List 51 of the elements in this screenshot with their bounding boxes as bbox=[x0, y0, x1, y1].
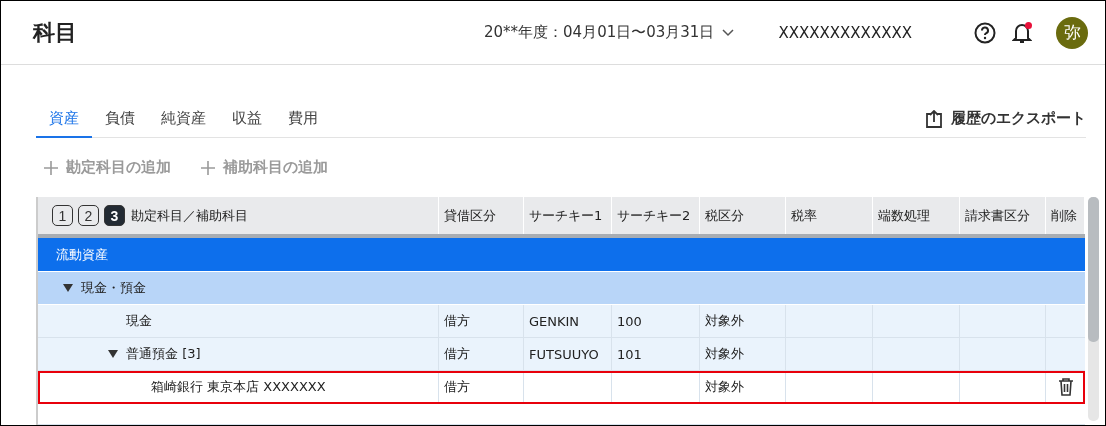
company-name: XXXXXXXXXXXXX bbox=[778, 23, 912, 42]
account-row[interactable]: 箱崎銀行 東京本店 XXXXXXX 借方 対象外 bbox=[38, 371, 1085, 404]
category-row[interactable]: 現金・預金 bbox=[38, 272, 1085, 305]
plus-icon bbox=[201, 160, 215, 175]
column-header: サーチキー1 bbox=[524, 197, 612, 234]
period-selector[interactable]: 20**年度：04月01日〜03月31日 bbox=[483, 23, 735, 42]
section-row[interactable]: 流動資産 bbox=[38, 238, 1085, 272]
column-header: 税率 bbox=[786, 197, 873, 234]
table-cell: FUTSUUYO bbox=[524, 338, 612, 370]
column-header: サーチキー2 bbox=[612, 197, 700, 234]
table-cell: 100 bbox=[612, 305, 700, 337]
scrollbar-thumb[interactable] bbox=[1088, 197, 1099, 342]
table-cell: 借方 bbox=[439, 371, 524, 403]
tab[interactable]: 負債 bbox=[92, 103, 148, 138]
caret-icon[interactable] bbox=[63, 284, 73, 292]
help-icon[interactable] bbox=[974, 21, 996, 44]
upload-icon bbox=[925, 109, 943, 128]
tab[interactable]: 費用 bbox=[275, 103, 331, 138]
column-header: 削除 bbox=[1046, 197, 1085, 234]
table-cell: 借方 bbox=[439, 305, 524, 337]
level-button[interactable]: 3 bbox=[104, 205, 125, 226]
table-cell: 対象外 bbox=[700, 371, 786, 403]
chevron-down-icon bbox=[722, 28, 735, 37]
page-title: 科目 bbox=[33, 18, 78, 47]
level-button[interactable]: 1 bbox=[52, 205, 73, 226]
caret-icon[interactable] bbox=[108, 350, 118, 358]
account-name: 普通預金 [3] bbox=[126, 345, 201, 363]
table-cell: 借方 bbox=[439, 338, 524, 370]
table-cell: 101 bbox=[612, 338, 700, 370]
column-header: 税区分 bbox=[700, 197, 786, 234]
table-cell: 対象外 bbox=[700, 305, 786, 337]
table-cell: GENKIN bbox=[524, 305, 612, 337]
tab[interactable]: 資産 bbox=[36, 103, 92, 138]
column-header: 貸借区分 bbox=[439, 197, 524, 234]
account-row[interactable]: 現金 借方 GENKIN 100 対象外 bbox=[38, 305, 1085, 338]
bell-icon[interactable] bbox=[1012, 21, 1032, 44]
account-row[interactable]: 普通預金 [3] 借方 FUTSUUYO 101 対象外 bbox=[38, 338, 1085, 371]
account-name: 箱崎銀行 東京本店 XXXXXXX bbox=[151, 378, 326, 396]
level-button[interactable]: 2 bbox=[78, 205, 99, 226]
category-name: 現金・預金 bbox=[81, 279, 146, 297]
tab[interactable]: 純資産 bbox=[148, 103, 219, 138]
plus-icon bbox=[44, 160, 58, 175]
tab[interactable]: 収益 bbox=[219, 103, 275, 138]
column-title: 勘定科目／補助科目 bbox=[131, 206, 248, 225]
table-cell: 対象外 bbox=[700, 338, 786, 370]
account-name: 現金 bbox=[126, 312, 152, 330]
user-avatar[interactable]: 弥 bbox=[1056, 16, 1088, 49]
trash-icon[interactable] bbox=[1057, 378, 1074, 396]
column-header: 請求書区分 bbox=[960, 197, 1046, 234]
export-button[interactable]: 履歴のエクスポート bbox=[925, 109, 1086, 137]
column-header: 端数処理 bbox=[873, 197, 960, 234]
